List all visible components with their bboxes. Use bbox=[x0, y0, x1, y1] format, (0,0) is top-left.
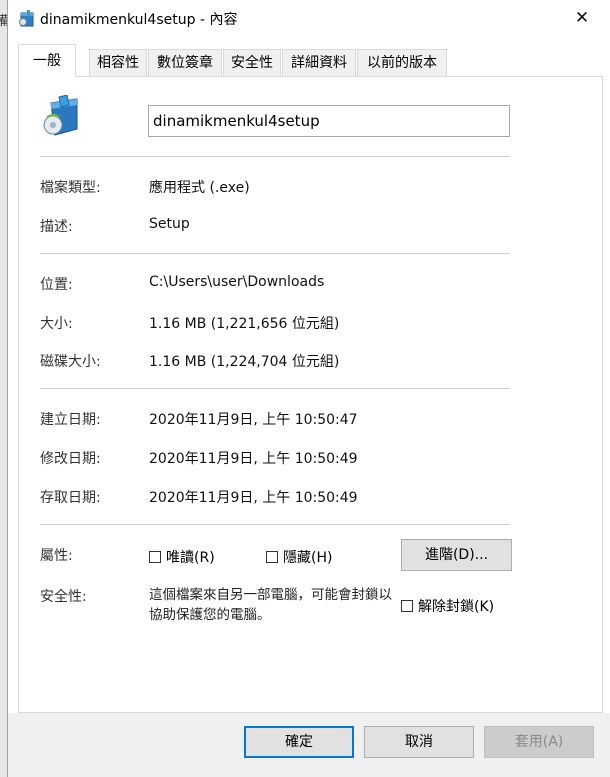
file-type-label: 檔案類型: bbox=[40, 180, 101, 196]
attributes-label: 屬性: bbox=[40, 548, 73, 564]
divider bbox=[40, 524, 510, 525]
divider bbox=[40, 156, 510, 157]
tab-digital-signatures[interactable]: 數位簽章 bbox=[148, 49, 222, 76]
tab-previous-versions[interactable]: 以前的版本 bbox=[357, 49, 447, 76]
tab-general[interactable]: 一般 bbox=[18, 44, 76, 77]
security-label: 安全性: bbox=[40, 589, 87, 605]
checkbox-box[interactable] bbox=[401, 600, 413, 612]
properties-dialog: dinamikmenkul4setup - 內容 ✕ 一般 相容性 數位簽章 安… bbox=[7, 0, 610, 777]
close-icon: ✕ bbox=[574, 8, 590, 28]
cancel-button[interactable]: 取消 bbox=[364, 726, 474, 758]
tab-details[interactable]: 詳細資料 bbox=[282, 49, 356, 76]
readonly-checkbox[interactable]: 唯讀(R) bbox=[149, 547, 215, 567]
accessed-label: 存取日期: bbox=[40, 490, 101, 506]
title-bar[interactable]: dinamikmenkul4setup - 內容 ✕ bbox=[8, 0, 610, 36]
tab-compatibility[interactable]: 相容性 bbox=[89, 49, 147, 76]
description-value: Setup bbox=[149, 216, 190, 232]
setup-app-icon bbox=[19, 10, 34, 27]
tab-security[interactable]: 安全性 bbox=[223, 49, 281, 76]
dialog-footer: 確定 取消 套用(A) bbox=[8, 713, 610, 777]
close-button[interactable]: ✕ bbox=[568, 4, 596, 32]
file-name-input[interactable]: dinamikmenkul4setup bbox=[148, 105, 510, 137]
checkbox-box[interactable] bbox=[149, 551, 161, 563]
security-warning-text: 這個檔案來自另一部電腦，可能會封鎖以協助保護您的電腦。 bbox=[149, 587, 392, 623]
checkbox-box[interactable] bbox=[266, 551, 278, 563]
divider bbox=[40, 253, 510, 254]
file-type-value: 應用程式 (.exe) bbox=[149, 180, 250, 196]
modified-label: 修改日期: bbox=[40, 451, 101, 467]
apply-button[interactable]: 套用(A) bbox=[484, 726, 594, 758]
unblock-label: 解除封鎖(K) bbox=[418, 599, 495, 615]
accessed-value: 2020年11月9日, 上午 10:50:49 bbox=[149, 490, 358, 506]
created-value: 2020年11月9日, 上午 10:50:47 bbox=[149, 412, 358, 428]
ok-button[interactable]: 確定 bbox=[244, 726, 354, 758]
hidden-label: 隱藏(H) bbox=[283, 550, 333, 566]
hidden-checkbox[interactable]: 隱藏(H) bbox=[266, 547, 332, 567]
unblock-checkbox[interactable]: 解除封鎖(K) bbox=[401, 596, 494, 616]
advanced-button[interactable]: 進階(D)... bbox=[401, 539, 512, 571]
setup-app-icon bbox=[43, 95, 78, 136]
location-value: C:\Users\user\Downloads bbox=[149, 274, 325, 290]
created-label: 建立日期: bbox=[40, 412, 101, 428]
disk-size-label: 磁碟大小: bbox=[40, 354, 101, 370]
disk-size-value: 1.16 MB (1,224,704 位元組) bbox=[149, 354, 340, 370]
modified-value: 2020年11月9日, 上午 10:50:49 bbox=[149, 451, 358, 467]
general-panel: dinamikmenkul4setup 檔案類型: 應用程式 (.exe) 描述… bbox=[18, 76, 603, 713]
size-value: 1.16 MB (1,221,656 位元組) bbox=[149, 316, 340, 332]
background-window bbox=[0, 0, 7, 777]
location-label: 位置: bbox=[40, 277, 73, 293]
divider bbox=[40, 388, 510, 389]
window-title: dinamikmenkul4setup - 內容 bbox=[40, 12, 238, 28]
description-label: 描述: bbox=[40, 219, 73, 235]
size-label: 大小: bbox=[40, 316, 73, 332]
readonly-label: 唯讀(R) bbox=[166, 550, 215, 566]
